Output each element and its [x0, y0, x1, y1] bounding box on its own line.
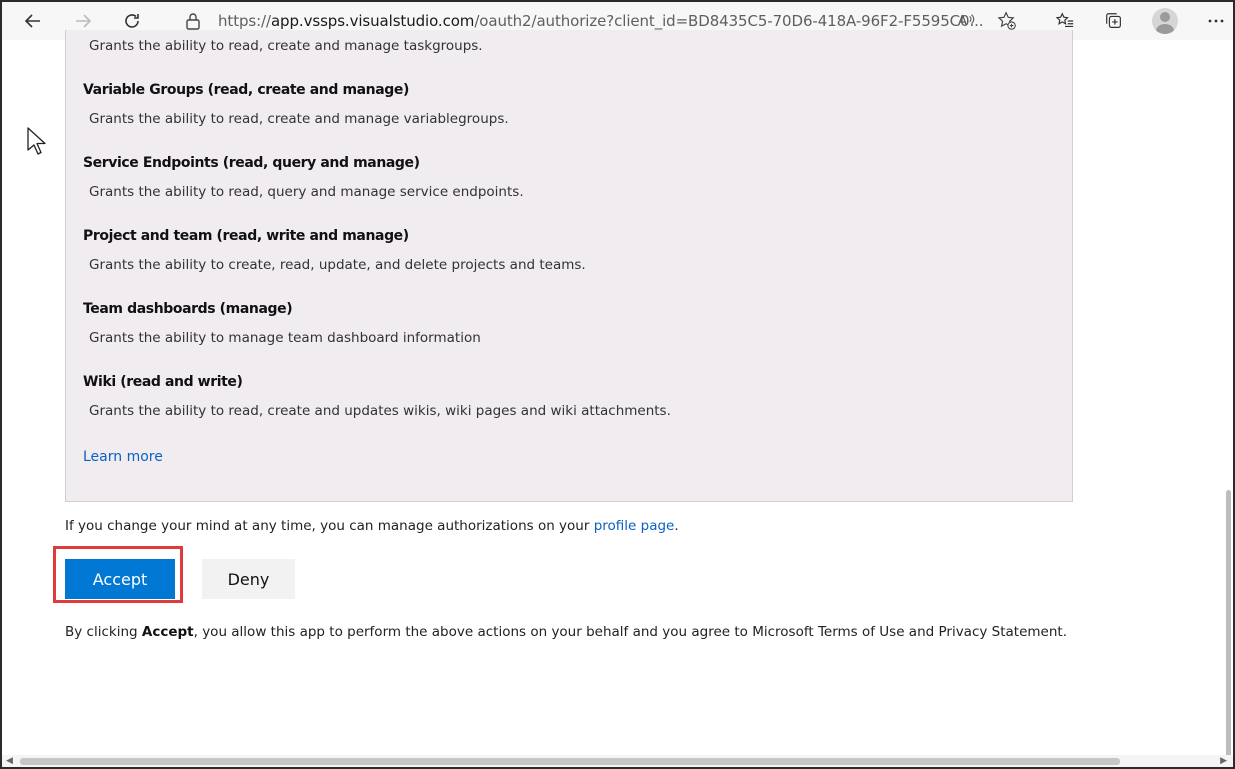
- more-options-icon[interactable]: [1203, 8, 1229, 34]
- mouse-cursor-icon: [27, 127, 46, 155]
- accept-button[interactable]: Accept: [65, 559, 175, 599]
- horizontal-scroll-thumb[interactable]: [20, 758, 1120, 765]
- collections-icon[interactable]: [1101, 8, 1127, 34]
- scope-description: Grants the ability to read, create and m…: [89, 38, 483, 54]
- scope-description: Grants the ability to manage team dashbo…: [89, 330, 481, 346]
- url-text: https://app.vssps.visualstudio.com/oauth…: [218, 12, 984, 30]
- profile-page-link[interactable]: profile page: [594, 518, 675, 534]
- profile-avatar[interactable]: [1152, 8, 1178, 34]
- svg-text:A: A: [958, 14, 968, 30]
- scope-title: Project and team (read, write and manage…: [83, 228, 409, 244]
- scope-description: Grants the ability to read, create and m…: [89, 111, 509, 127]
- browser-window: https://app.vssps.visualstudio.com/oauth…: [0, 0, 1235, 769]
- scope-title: Service Endpoints (read, query and manag…: [83, 155, 420, 171]
- back-arrow-icon[interactable]: [20, 8, 46, 34]
- scope-title: Wiki (read and write): [83, 374, 243, 390]
- scope-title: Variable Groups (read, create and manage…: [83, 82, 410, 98]
- scope-description: Grants the ability to read, create and u…: [89, 403, 671, 419]
- lock-icon: [186, 13, 200, 30]
- scroll-right-icon[interactable]: ▶: [1220, 755, 1227, 767]
- horizontal-scrollbar[interactable]: ◀ ▶: [2, 755, 1233, 767]
- page-content: Grants the ability to read, create and m…: [2, 30, 1233, 767]
- learn-more-link[interactable]: Learn more: [83, 449, 163, 465]
- authorization-note: If you change your mind at any time, you…: [65, 518, 679, 534]
- scope-description: Grants the ability to read, query and ma…: [89, 184, 524, 200]
- vertical-scrollbar[interactable]: [1226, 490, 1231, 767]
- deny-button[interactable]: Deny: [202, 559, 295, 599]
- scope-title: Team dashboards (manage): [83, 301, 293, 317]
- scroll-left-icon[interactable]: ◀: [6, 755, 13, 767]
- consent-statement: By clicking Accept, you allow this app t…: [65, 624, 1067, 640]
- scope-description: Grants the ability to create, read, upda…: [89, 257, 586, 273]
